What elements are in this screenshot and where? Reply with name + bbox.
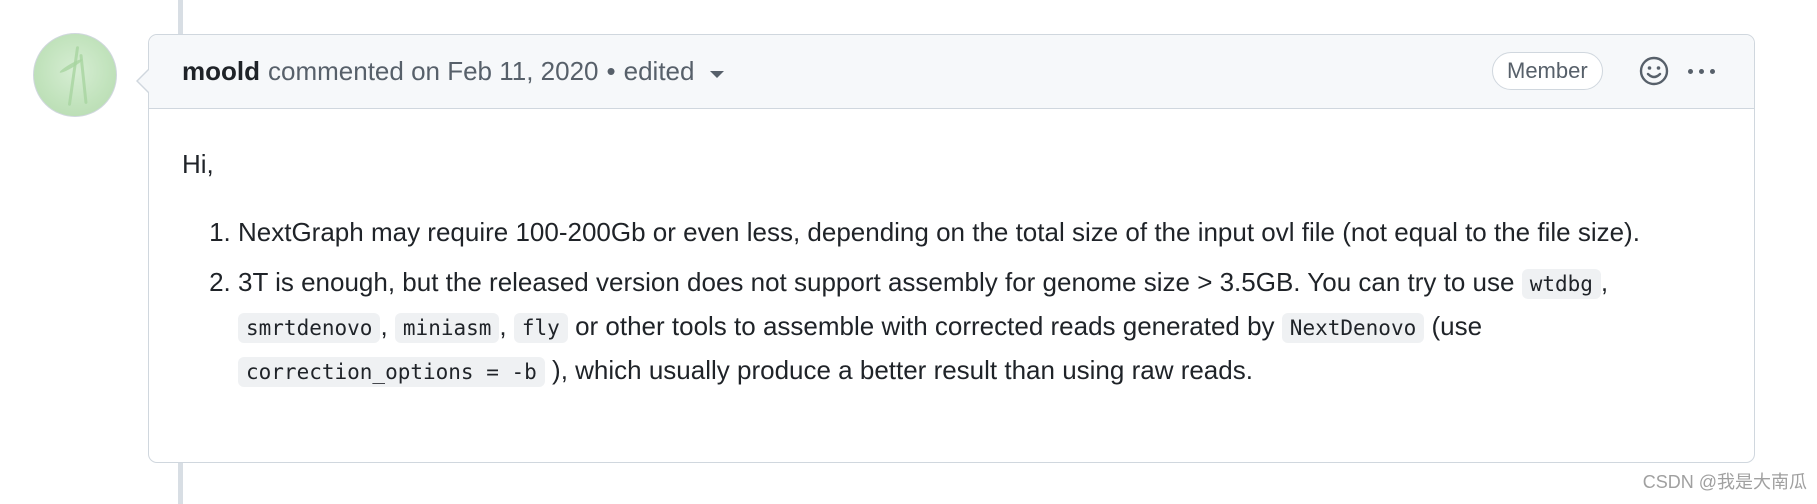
avatar-leaf [67, 46, 80, 106]
add-reaction-button[interactable] [1638, 55, 1670, 87]
triangle-down-icon [710, 71, 725, 78]
watermark: CSDN @我是大南瓜 [1642, 472, 1807, 492]
separator: • [606, 56, 616, 86]
inline-code: NextDenovo [1281, 313, 1425, 343]
list-item-text: 3T is enough, but the released version d… [238, 267, 1515, 297]
avatar[interactable] [33, 33, 117, 117]
list-item-text: , [380, 311, 388, 341]
list-item-text: (use [1431, 311, 1483, 341]
comment-box: moold commented on Feb 11, 2020 • edited… [136, 34, 1755, 463]
avatar-leaf [58, 57, 84, 75]
list-item: NextGraph may require 100-200Gb or even … [238, 211, 1721, 253]
inline-code: smrtdenovo [238, 313, 381, 343]
list-item-text: , [499, 311, 507, 341]
smiley-icon [1639, 56, 1669, 86]
comment-timestamp[interactable]: commented on Feb 11, 2020 [268, 56, 599, 87]
inline-code: wtdbg [1521, 269, 1601, 299]
comment-meta: moold commented on Feb 11, 2020 • edited [182, 56, 725, 87]
list-item-text: NextGraph may require 100-200Gb or even … [238, 217, 1640, 247]
author-link[interactable]: moold [182, 56, 260, 87]
kebab-horizontal-icon [1709, 68, 1715, 74]
more-options-button[interactable] [1681, 57, 1721, 85]
comment-body: Hi, NextGraph may require 100-200Gb or e… [182, 109, 1721, 401]
inline-code: correction_options = -b [238, 357, 545, 387]
kebab-horizontal-icon [1698, 68, 1704, 74]
list-item: 3T is enough, but the released version d… [238, 261, 1721, 393]
kebab-horizontal-icon [1687, 68, 1693, 74]
inline-code: miniasm [394, 313, 500, 343]
edited-label: edited [623, 56, 695, 86]
greeting-text: Hi, [182, 149, 214, 179]
inline-code: fly [513, 313, 568, 343]
answer-list: NextGraph may require 100-200Gb or even … [182, 211, 1721, 393]
comment-header: moold commented on Feb 11, 2020 • edited… [149, 35, 1754, 109]
member-badge: Member [1492, 52, 1603, 90]
list-item-text: or other tools to assemble with correcte… [575, 311, 1275, 341]
list-item-text: ), which usually produce a better result… [552, 355, 1253, 385]
edited-dropdown[interactable]: edited [624, 56, 725, 87]
list-item-text: , [1600, 267, 1609, 297]
